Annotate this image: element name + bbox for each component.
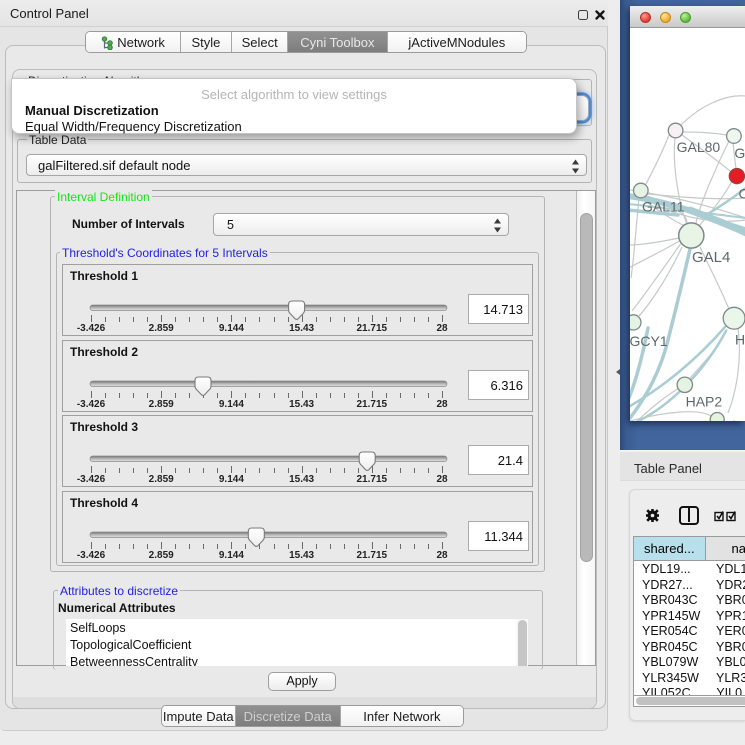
svg-text:28: 28 — [436, 399, 448, 410]
svg-text:9.144: 9.144 — [219, 323, 244, 334]
svg-text:28: 28 — [436, 550, 448, 561]
svg-text:21.715: 21.715 — [357, 550, 388, 561]
svg-text:GA: GA — [734, 145, 745, 161]
svg-text:28: 28 — [436, 474, 448, 485]
svg-text:2.859: 2.859 — [149, 550, 174, 561]
svg-text:-3.426: -3.426 — [77, 550, 106, 561]
svg-text:-3.426: -3.426 — [77, 474, 106, 485]
svg-text:21.715: 21.715 — [357, 323, 388, 334]
svg-text:C: C — [739, 186, 745, 202]
svg-text:GAL80: GAL80 — [677, 139, 721, 155]
svg-text:GCY1: GCY1 — [630, 333, 668, 349]
svg-text:2.859: 2.859 — [149, 323, 174, 334]
svg-text:28: 28 — [436, 323, 448, 334]
svg-text:15.43: 15.43 — [289, 550, 314, 561]
svg-text:-3.426: -3.426 — [77, 323, 106, 334]
svg-text:GAL11: GAL11 — [642, 199, 685, 215]
svg-text:H: H — [735, 332, 745, 348]
svg-text:9.144: 9.144 — [219, 399, 244, 410]
svg-text:21.715: 21.715 — [357, 399, 388, 410]
svg-text:15.43: 15.43 — [289, 323, 314, 334]
svg-text:GAL4: GAL4 — [692, 249, 730, 266]
svg-text:2.859: 2.859 — [149, 399, 174, 410]
svg-text:9.144: 9.144 — [219, 550, 244, 561]
svg-text:15.43: 15.43 — [289, 474, 314, 485]
svg-text:HAP2: HAP2 — [686, 394, 723, 410]
svg-text:9.144: 9.144 — [219, 474, 244, 485]
svg-text:-3.426: -3.426 — [77, 399, 106, 410]
svg-text:21.715: 21.715 — [357, 474, 388, 485]
svg-text:2.859: 2.859 — [149, 474, 174, 485]
svg-text:15.43: 15.43 — [289, 399, 314, 410]
